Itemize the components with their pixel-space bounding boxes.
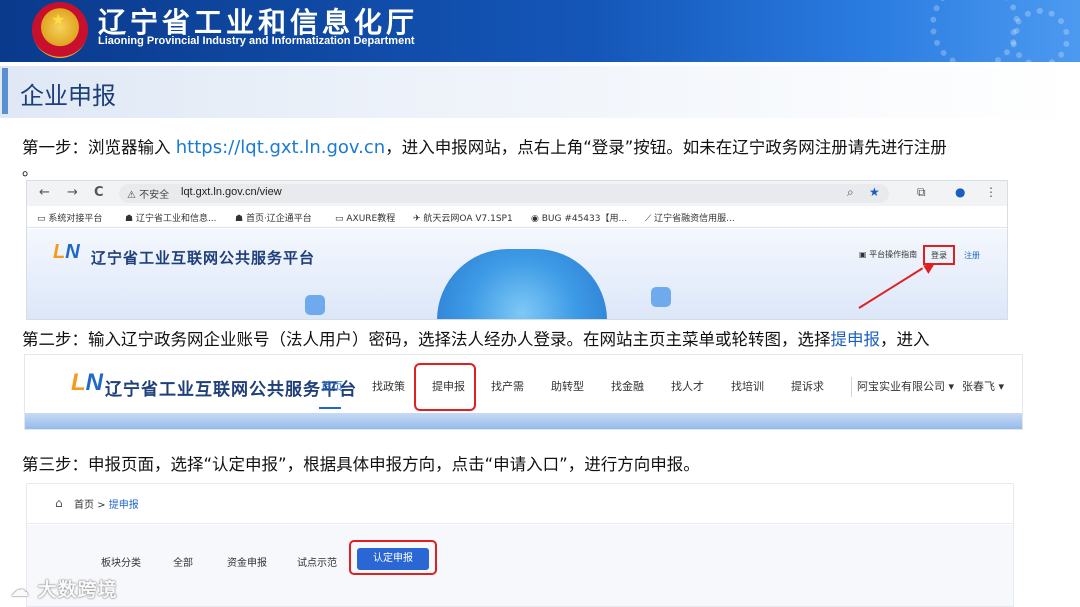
site-logo-icon: LN <box>71 369 104 396</box>
step-1-prefix: 第一步：浏览器输入 <box>22 138 176 157</box>
nav-transformation[interactable]: 助转型 <box>551 378 584 394</box>
bookmark-item[interactable]: ⟋ 辽宁省融资信用服... <box>645 211 735 224</box>
nav-active-indicator <box>319 407 341 409</box>
breadcrumb: ⌂ 首页 > 提申报 <box>27 484 1013 524</box>
gear-decoration <box>930 0 1020 62</box>
platform-guide-link[interactable]: ▣ 平台操作指南 <box>859 249 917 260</box>
annotation-box <box>414 363 476 411</box>
cloud-illustration <box>437 249 607 319</box>
zoom-icon[interactable]: ⌕ <box>847 185 854 200</box>
site-logo-icon: LN <box>53 241 80 263</box>
nav-talent[interactable]: 找人才 <box>671 378 704 394</box>
step-1-text: 第一步：浏览器输入 https://lqt.gxt.ln.gov.cn，进入申报… <box>22 134 947 158</box>
step-1-suffix: ，进入申报网站，点右上角“登录”按钮。如未在辽宁政务网注册请先进行注册 <box>385 138 947 157</box>
section-heading: 企业申报 <box>0 66 1080 118</box>
watermark-icon: ☁ <box>10 579 30 601</box>
section-title: 企业申报 <box>20 82 116 110</box>
browser-screenshot: ← → C ⚠ 不安全 lqt.gxt.ln.gov.cn/view ⌕ ★ ⧉… <box>26 180 1008 320</box>
step-2-suffix: ，进入 <box>880 330 930 349</box>
gear-decoration <box>1010 8 1070 62</box>
site-hero: LN 辽宁省工业互联网公共服务平台 ▣ 平台操作指南 登录 注册 <box>27 229 1007 319</box>
breadcrumb-current: 提申报 <box>108 500 139 511</box>
bookmark-item[interactable]: ◉ BUG #45433【用... <box>531 211 627 224</box>
nav-home[interactable]: 首页 <box>321 378 343 394</box>
step-3-text: 第三步：申报页面，选择“认定申报”，根据具体申报方向，点击“申请入口”，进行方向… <box>22 455 700 474</box>
tab-category-label: 板块分类 <box>101 558 141 569</box>
bookmark-item[interactable]: ☗ 首页·辽企通平台 <box>235 211 312 224</box>
insecure-badge[interactable]: ⚠ 不安全 <box>127 186 169 201</box>
nav-supply-demand[interactable]: 找产需 <box>491 378 524 394</box>
register-link[interactable]: 注册 <box>964 250 980 261</box>
nav-training[interactable]: 找培训 <box>731 378 764 394</box>
back-icon[interactable]: ← <box>39 185 50 200</box>
tab-pilot-demo[interactable]: 试点示范 <box>297 554 337 569</box>
profile-icon[interactable]: ● <box>955 185 965 199</box>
breadcrumb-text: 首页 > 提申报 <box>74 500 139 511</box>
annotation-box <box>349 540 437 575</box>
step-2-text: 第二步：输入辽宁政务网企业账号（法人用户）密码，选择法人经办人登录。在网站主页主… <box>22 326 930 350</box>
file-icon <box>651 287 671 307</box>
reload-icon[interactable]: C <box>94 185 104 200</box>
heading-accent <box>2 68 8 114</box>
department-subtitle: Liaoning Provincial Industry and Informa… <box>98 35 415 47</box>
step-1-dot: 。 <box>22 160 39 179</box>
bookmark-item[interactable]: ▭ 系统对接平台 <box>37 211 102 224</box>
watermark-text: 大数跨境 <box>37 579 118 601</box>
home-icon[interactable]: ⌂ <box>55 496 63 510</box>
step-2-highlight: 提申报 <box>830 330 881 349</box>
browser-toolbar: ← → C ⚠ 不安全 lqt.gxt.ln.gov.cn/view ⌕ ★ ⧉… <box>27 181 1007 206</box>
address-bar[interactable]: ⚠ 不安全 lqt.gxt.ln.gov.cn/view ⌕ ★ <box>119 184 889 203</box>
declaration-screenshot: ⌂ 首页 > 提申报 板块分类 全部 资金申报 试点示范 认定申报 <box>26 483 1014 607</box>
nav-divider <box>851 377 852 397</box>
company-dropdown[interactable]: 阿宝实业有限公司 ▾ <box>857 378 954 394</box>
tab-all[interactable]: 全部 <box>173 554 193 569</box>
bookmark-item[interactable]: ☗ 辽宁省工业和信息... <box>125 211 217 224</box>
step-2-prefix: 第二步：输入辽宁政务网企业账号（法人用户）密码，选择法人经办人登录。在网站主页主… <box>22 330 831 349</box>
bookmark-item[interactable]: ▭ AXURE教程 <box>335 211 395 224</box>
user-dropdown[interactable]: 张春飞 ▾ <box>962 378 1004 394</box>
nav-finance[interactable]: 找金融 <box>611 378 644 394</box>
nav-appeal[interactable]: 提诉求 <box>791 378 824 394</box>
extensions-icon[interactable]: ⧉ <box>917 185 926 200</box>
bookmark-star-icon[interactable]: ★ <box>869 185 880 199</box>
banner-strip <box>25 413 1022 429</box>
annotation-arrow <box>858 267 924 309</box>
file-icon <box>305 295 325 315</box>
bookmark-item[interactable]: ✈ 航天云网OA V7.1SP1 <box>413 211 513 224</box>
site-title: 辽宁省工业互联网公共服务平台 <box>91 249 316 267</box>
forward-icon[interactable]: → <box>67 185 78 200</box>
nav-screenshot: LN 辽宁省工业互联网公共服务平台 首页 找政策 提申报 找产需 助转型 找金融… <box>24 354 1023 430</box>
nav-policy[interactable]: 找政策 <box>372 378 405 394</box>
watermark: ☁ 大数跨境 <box>10 575 118 602</box>
address-text[interactable]: lqt.gxt.ln.gov.cn/view <box>181 186 282 198</box>
emblem-icon: ★ <box>32 2 88 58</box>
header-banner: ★ 辽宁省工业和信息化厅 Liaoning Provincial Industr… <box>0 0 1080 62</box>
menu-icon[interactable]: ⋮ <box>985 185 997 199</box>
site-title: 辽宁省工业互联网公共服务平台 <box>105 380 357 400</box>
bookmarks-bar: ▭ 系统对接平台 ☗ 辽宁省工业和信息... ☗ 首页·辽企通平台 ▭ AXUR… <box>27 206 1007 228</box>
tab-fund-declaration[interactable]: 资金申报 <box>227 554 267 569</box>
breadcrumb-home[interactable]: 首页 <box>74 500 94 511</box>
login-button[interactable]: 登录 <box>931 250 947 261</box>
step-1-url[interactable]: https://lqt.gxt.ln.gov.cn <box>176 137 385 158</box>
